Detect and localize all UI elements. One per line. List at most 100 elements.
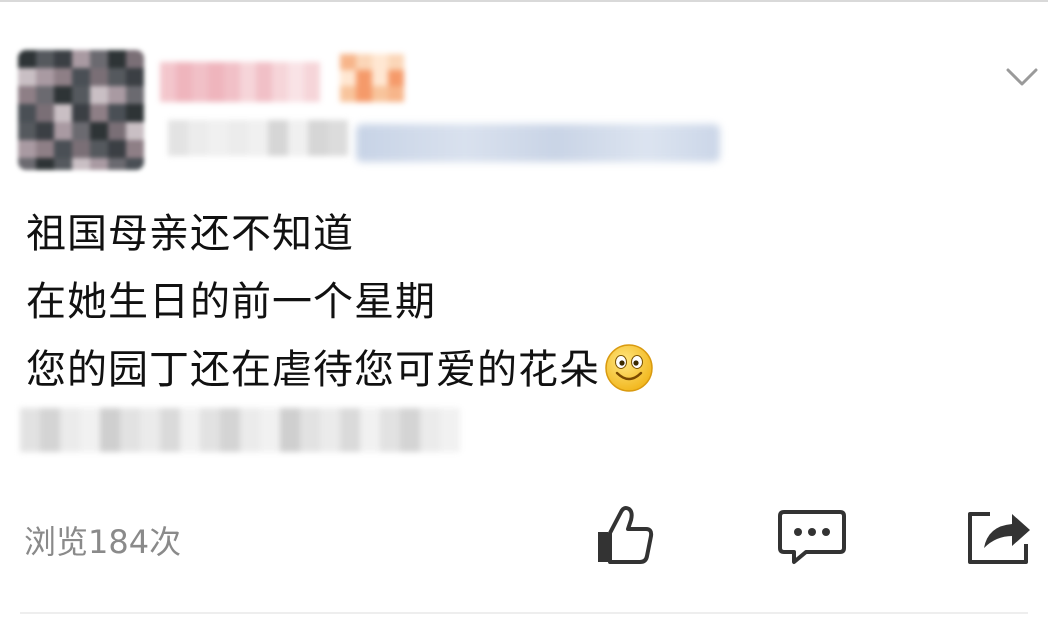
- redaction-pixel: [72, 104, 90, 122]
- redaction-pixel: [304, 62, 320, 102]
- share-button[interactable]: [962, 500, 1034, 572]
- redaction-pixel: [72, 158, 90, 170]
- redaction-pixel: [340, 70, 356, 86]
- redaction-pixel: [268, 120, 288, 156]
- redaction-pixel: [18, 158, 36, 170]
- redaction-pixel: [108, 86, 126, 104]
- redaction-pixel: [108, 104, 126, 122]
- redaction-pixel: [18, 122, 36, 140]
- redaction-pixel: [340, 86, 356, 102]
- redaction-pixel: [54, 122, 72, 140]
- redaction-pixel: [90, 158, 108, 170]
- post-body: 祖国母亲还不知道 在她生日的前一个星期 您的园丁还在虐待您可爱的花朵: [26, 200, 926, 404]
- redaction-pixel: [108, 68, 126, 86]
- post-line-3: 您的园丁还在虐待您可爱的花朵: [26, 336, 926, 404]
- redaction-pixel: [18, 68, 36, 86]
- redaction-pixel: [90, 104, 108, 122]
- redaction-pixel: [340, 408, 360, 452]
- redaction-pixel: [18, 140, 36, 158]
- redaction-pixel: [248, 120, 268, 156]
- redaction-pixel: [100, 408, 120, 452]
- redaction-pixel: [420, 408, 440, 452]
- redaction-pixel: [192, 62, 208, 102]
- redaction-pixel: [228, 120, 248, 156]
- redaction-pixel: [72, 86, 90, 104]
- redaction-pixel: [126, 68, 144, 86]
- post-line-3-text: 您的园丁还在虐待您可爱的花朵: [26, 347, 600, 393]
- redaction-pixel: [126, 140, 144, 158]
- view-count: 浏览184次: [24, 523, 182, 561]
- share-icon: [968, 512, 1030, 564]
- redaction-pixel: [54, 50, 72, 68]
- redaction-pixel: [80, 408, 100, 452]
- redaction-pixel: [18, 86, 36, 104]
- redaction-pixel: [126, 50, 144, 68]
- redaction-pixel: [280, 408, 300, 452]
- redaction-pixel: [340, 54, 356, 70]
- redaction-pixel: [126, 86, 144, 104]
- post-line-2: 在她生日的前一个星期: [26, 279, 436, 325]
- redaction-pixel: [126, 104, 144, 122]
- avatar[interactable]: [18, 50, 144, 170]
- redaction-pixel: [90, 140, 108, 158]
- redaction-pixel: [72, 50, 90, 68]
- username-redacted[interactable]: [160, 62, 320, 102]
- redaction-pixel: [240, 408, 260, 452]
- redaction-pixel: [36, 104, 54, 122]
- redaction-pixel: [54, 86, 72, 104]
- redaction-pixel: [288, 62, 304, 102]
- redaction-pixel: [90, 86, 108, 104]
- redaction-pixel: [90, 122, 108, 140]
- redaction-pixel: [36, 50, 54, 68]
- redaction-pixel: [208, 62, 224, 102]
- redaction-pixel: [260, 408, 280, 452]
- redaction-pixel: [224, 62, 240, 102]
- redaction-pixel: [388, 54, 404, 70]
- redaction-pixel: [256, 62, 272, 102]
- comment-button[interactable]: [776, 500, 848, 572]
- redaction-pixel: [36, 68, 54, 86]
- redaction-pixel: [388, 70, 404, 86]
- redaction-pixel: [18, 104, 36, 122]
- redaction-pixel: [54, 104, 72, 122]
- redaction-pixel: [188, 120, 208, 156]
- redaction-pixel: [40, 408, 60, 452]
- smile-emoji-icon: [604, 343, 654, 393]
- redaction-pixel: [126, 122, 144, 140]
- redaction-pixel: [372, 70, 388, 86]
- post-line-1: 祖国母亲还不知道: [26, 211, 354, 257]
- like-button[interactable]: [588, 500, 660, 572]
- redaction-pixel: [300, 408, 320, 452]
- redaction-pixel: [200, 408, 220, 452]
- post-meta-redacted: [168, 120, 348, 156]
- redaction-pixel: [168, 120, 188, 156]
- redaction-pixel: [356, 86, 372, 102]
- redaction-pixel: [360, 408, 380, 452]
- redaction-pixel: [36, 140, 54, 158]
- redaction-pixel: [72, 122, 90, 140]
- redaction-pixel: [176, 62, 192, 102]
- redaction-pixel: [140, 408, 160, 452]
- chevron-down-icon[interactable]: [1002, 58, 1042, 98]
- redaction-pixel: [54, 158, 72, 170]
- redaction-pixel: [180, 408, 200, 452]
- redaction-pixel: [72, 68, 90, 86]
- redaction-pixel: [388, 86, 404, 102]
- post-source-redacted: [356, 124, 720, 162]
- redaction-pixel: [108, 158, 126, 170]
- redaction-pixel: [36, 158, 54, 170]
- redaction-pixel: [372, 54, 388, 70]
- redaction-pixel: [108, 122, 126, 140]
- redaction-pixel: [240, 62, 256, 102]
- bottom-divider: [20, 612, 1028, 614]
- redaction-pixel: [108, 140, 126, 158]
- redaction-pixel: [90, 50, 108, 68]
- redaction-pixel: [20, 408, 40, 452]
- redaction-pixel: [372, 86, 388, 102]
- redaction-pixel: [356, 54, 372, 70]
- redaction-pixel: [400, 408, 420, 452]
- redaction-pixel: [18, 50, 36, 68]
- redaction-pixel: [380, 408, 400, 452]
- redaction-pixel: [308, 120, 328, 156]
- redaction-pixel: [320, 408, 340, 452]
